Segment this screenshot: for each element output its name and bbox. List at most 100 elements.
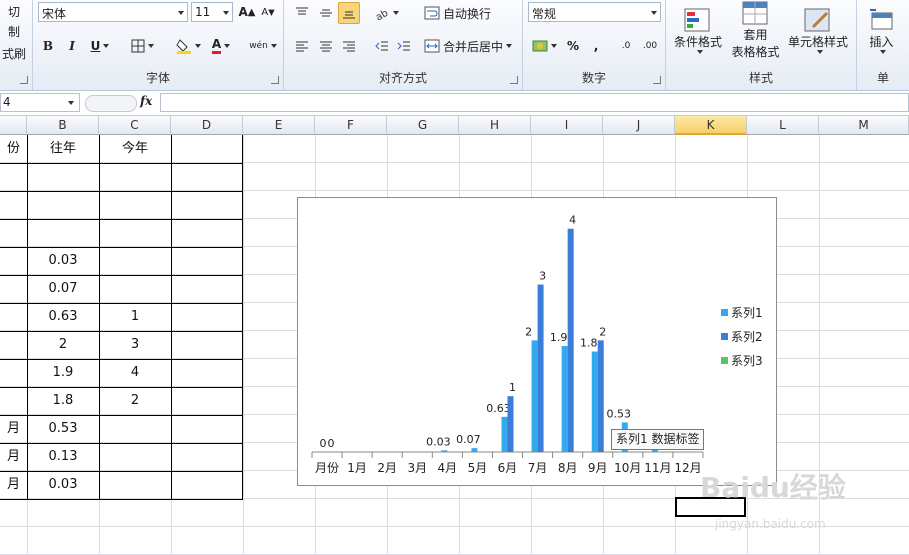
cell-styles-button[interactable]: 单元格样式 [783, 0, 853, 60]
table-cell[interactable] [171, 275, 243, 302]
column-header-f[interactable]: F [315, 116, 387, 135]
column-header-h[interactable]: H [459, 116, 531, 135]
table-cell[interactable]: 月 [0, 443, 27, 470]
fill-color-icon[interactable] [173, 35, 203, 57]
orientation-icon[interactable]: ab [372, 2, 400, 24]
table-cell[interactable]: 月 [0, 471, 27, 498]
table-cell[interactable] [0, 331, 27, 358]
table-cell[interactable] [0, 247, 27, 274]
table-cell[interactable] [99, 471, 171, 498]
table-cell[interactable] [171, 163, 243, 190]
table-cell[interactable] [27, 191, 99, 218]
increase-decimal-button[interactable]: .0 [615, 35, 637, 57]
name-box[interactable]: 4 [0, 93, 80, 112]
alignment-launcher-icon[interactable] [510, 76, 518, 84]
table-cell[interactable] [171, 303, 243, 330]
font-name-select[interactable]: 宋体 [38, 2, 188, 22]
table-cell[interactable] [171, 219, 243, 246]
name-box-dropdown-icon[interactable] [68, 101, 74, 105]
table-header-cell[interactable] [171, 135, 243, 162]
table-cell[interactable] [99, 191, 171, 218]
cut-button[interactable]: 切 [0, 0, 28, 22]
table-cell[interactable]: 2 [99, 387, 171, 414]
column-header-m[interactable]: M [819, 116, 909, 135]
align-middle-icon[interactable] [316, 2, 336, 24]
font-color-icon[interactable]: A [206, 35, 236, 57]
table-cell[interactable] [171, 471, 243, 498]
table-cell[interactable] [171, 443, 243, 470]
column-header-g[interactable]: G [387, 116, 459, 135]
currency-icon[interactable] [529, 35, 559, 57]
table-cell[interactable] [0, 191, 27, 218]
align-top-icon[interactable] [292, 2, 312, 24]
align-bottom-icon[interactable] [338, 2, 360, 24]
column-header-l[interactable]: L [747, 116, 819, 135]
table-cell[interactable] [99, 415, 171, 442]
table-cell[interactable]: 1.8 [27, 387, 99, 414]
percent-button[interactable]: % [563, 35, 583, 57]
table-cell[interactable] [171, 331, 243, 358]
align-center-icon[interactable] [316, 35, 336, 57]
font-size-select[interactable]: 11 [191, 2, 233, 22]
shrink-font-button[interactable]: A ▼ [259, 1, 277, 23]
table-cell[interactable] [99, 247, 171, 274]
table-cell[interactable]: 1 [99, 303, 171, 330]
table-cell[interactable]: 3 [99, 331, 171, 358]
borders-icon[interactable] [127, 35, 157, 57]
column-header-c[interactable]: C [99, 116, 171, 135]
formula-input[interactable] [160, 93, 909, 112]
table-cell[interactable]: 0.53 [27, 415, 99, 442]
table-header-cell[interactable]: 今年 [99, 135, 171, 162]
column-header-d[interactable]: D [171, 116, 243, 135]
column-header-a[interactable] [0, 116, 27, 135]
font-launcher-icon[interactable] [271, 76, 279, 84]
table-header-cell[interactable]: 往年 [27, 135, 99, 162]
grow-font-button[interactable]: A ▲ [238, 1, 256, 23]
decrease-indent-icon[interactable] [372, 35, 392, 57]
table-cell[interactable]: 0.63 [27, 303, 99, 330]
table-cell[interactable]: 0.13 [27, 443, 99, 470]
wrap-text-button[interactable]: 自动换行 [424, 2, 519, 24]
table-cell[interactable] [0, 387, 27, 414]
table-cell[interactable] [27, 219, 99, 246]
table-cell[interactable] [0, 275, 27, 302]
table-cell[interactable] [171, 415, 243, 442]
table-cell[interactable] [0, 303, 27, 330]
column-header-b[interactable]: B [27, 116, 99, 135]
italic-button[interactable]: I [63, 35, 81, 57]
copy-button[interactable]: 制 [0, 20, 28, 42]
table-header-cell[interactable]: 份 [0, 135, 27, 162]
table-cell[interactable]: 4 [99, 359, 171, 386]
align-right-icon[interactable] [339, 35, 359, 57]
table-cell[interactable] [171, 359, 243, 386]
bold-button[interactable]: B [39, 35, 57, 57]
table-cell[interactable]: 0.03 [27, 471, 99, 498]
table-cell[interactable] [171, 387, 243, 414]
comma-button[interactable]: , [587, 35, 605, 57]
number-launcher-icon[interactable] [653, 76, 661, 84]
align-left-icon[interactable] [292, 35, 312, 57]
table-cell[interactable]: 0.03 [27, 247, 99, 274]
chart-area[interactable]: 月份 0 0 1月 2月 3月 4月 0.03 5月 0.07 6月 0.63 1 7月 2 3 8月 1.9 4 9… [297, 197, 777, 486]
format-as-table-button[interactable]: 套用 表格格式 [728, 0, 783, 60]
clipboard-launcher-icon[interactable] [20, 76, 28, 84]
table-cell[interactable] [99, 163, 171, 190]
underline-button[interactable]: U [86, 35, 114, 57]
table-cell[interactable] [27, 163, 99, 190]
table-cell[interactable] [99, 443, 171, 470]
table-cell[interactable] [171, 247, 243, 274]
table-cell[interactable] [99, 275, 171, 302]
insert-button[interactable]: 插入 [859, 0, 904, 60]
column-header-e[interactable]: E [243, 116, 315, 135]
phonetic-icon[interactable]: wén [245, 35, 281, 57]
table-cell[interactable]: 月 [0, 415, 27, 442]
table-cell[interactable] [0, 163, 27, 190]
column-header-k[interactable]: K [675, 116, 747, 135]
column-header-j[interactable]: J [603, 116, 675, 135]
insert-function-icon[interactable]: fx [140, 94, 152, 108]
format-painter-button[interactable]: 式刷 [0, 42, 28, 64]
merge-center-button[interactable]: 合并后居中 [424, 35, 519, 57]
table-cell[interactable] [0, 219, 27, 246]
table-cell[interactable]: 1.9 [27, 359, 99, 386]
decrease-decimal-button[interactable]: .00 [639, 35, 661, 57]
